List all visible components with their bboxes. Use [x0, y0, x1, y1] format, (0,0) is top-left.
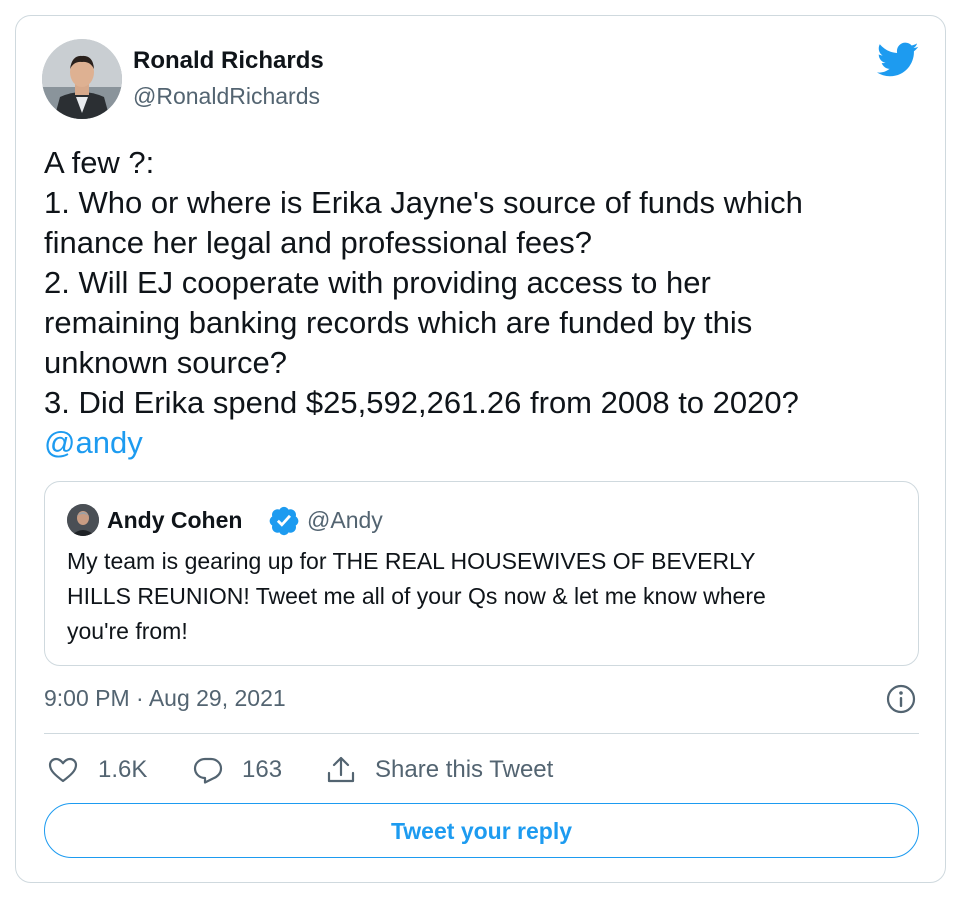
verified-badge-icon [269, 506, 299, 536]
heart-icon [48, 757, 78, 783]
tweet-line: 3. Did Erika spend $25,592,261.26 from 2… [44, 385, 799, 420]
tweet-reply-button[interactable]: Tweet your reply [44, 803, 919, 858]
reply-bubble-icon [193, 757, 223, 784]
author-avatar[interactable] [42, 39, 122, 119]
tweet-line: finance her legal and professional fees? [44, 225, 593, 260]
quoted-author-avatar[interactable] [67, 504, 99, 536]
mention-link[interactable]: @andy [44, 423, 924, 463]
author-handle[interactable]: @RonaldRichards [133, 83, 320, 110]
quoted-tweet-line: My team is gearing up for THE REAL HOUSE… [67, 548, 756, 574]
author-name[interactable]: Ronald Richards [133, 47, 324, 75]
info-icon[interactable] [885, 683, 917, 715]
quoted-tweet-body: My team is gearing up for THE REAL HOUSE… [67, 544, 766, 649]
share-label: Share this Tweet [375, 756, 554, 783]
reply-count: 163 [242, 756, 283, 783]
actions-divider [44, 733, 919, 734]
reply-action[interactable]: 163 [192, 754, 292, 788]
like-count: 1.6K [98, 756, 148, 783]
share-button[interactable]: Share this Tweet [325, 754, 585, 788]
quoted-avatar-photo [67, 504, 99, 536]
avatar-photo [42, 39, 122, 119]
tweet-timestamp[interactable]: 9:00 PM · Aug 29, 2021 [44, 685, 286, 712]
share-icon [327, 756, 355, 783]
quoted-author-name[interactable]: Andy Cohen [107, 507, 242, 534]
tweet-line: unknown source? [44, 345, 287, 380]
tweet-line: 2. Will EJ cooperate with providing acce… [44, 265, 711, 300]
tweet-line: 1. Who or where is Erika Jayne's source … [44, 185, 803, 220]
quoted-tweet-line: you're from! [67, 618, 188, 644]
tweet-line: remaining banking records which are fund… [44, 305, 753, 340]
tweet-body: A few ?: 1. Who or where is Erika Jayne'… [44, 143, 924, 463]
twitter-bird-icon[interactable] [877, 42, 919, 78]
quoted-author-handle[interactable]: @Andy [307, 507, 383, 534]
like-button[interactable]: 1.6K [47, 754, 157, 788]
tweet-line: A few ?: [44, 145, 155, 180]
quoted-tweet-line: HILLS REUNION! Tweet me all of your Qs n… [67, 583, 766, 609]
quoted-tweet[interactable]: Andy Cohen @Andy My team is gearing up f… [44, 481, 919, 666]
